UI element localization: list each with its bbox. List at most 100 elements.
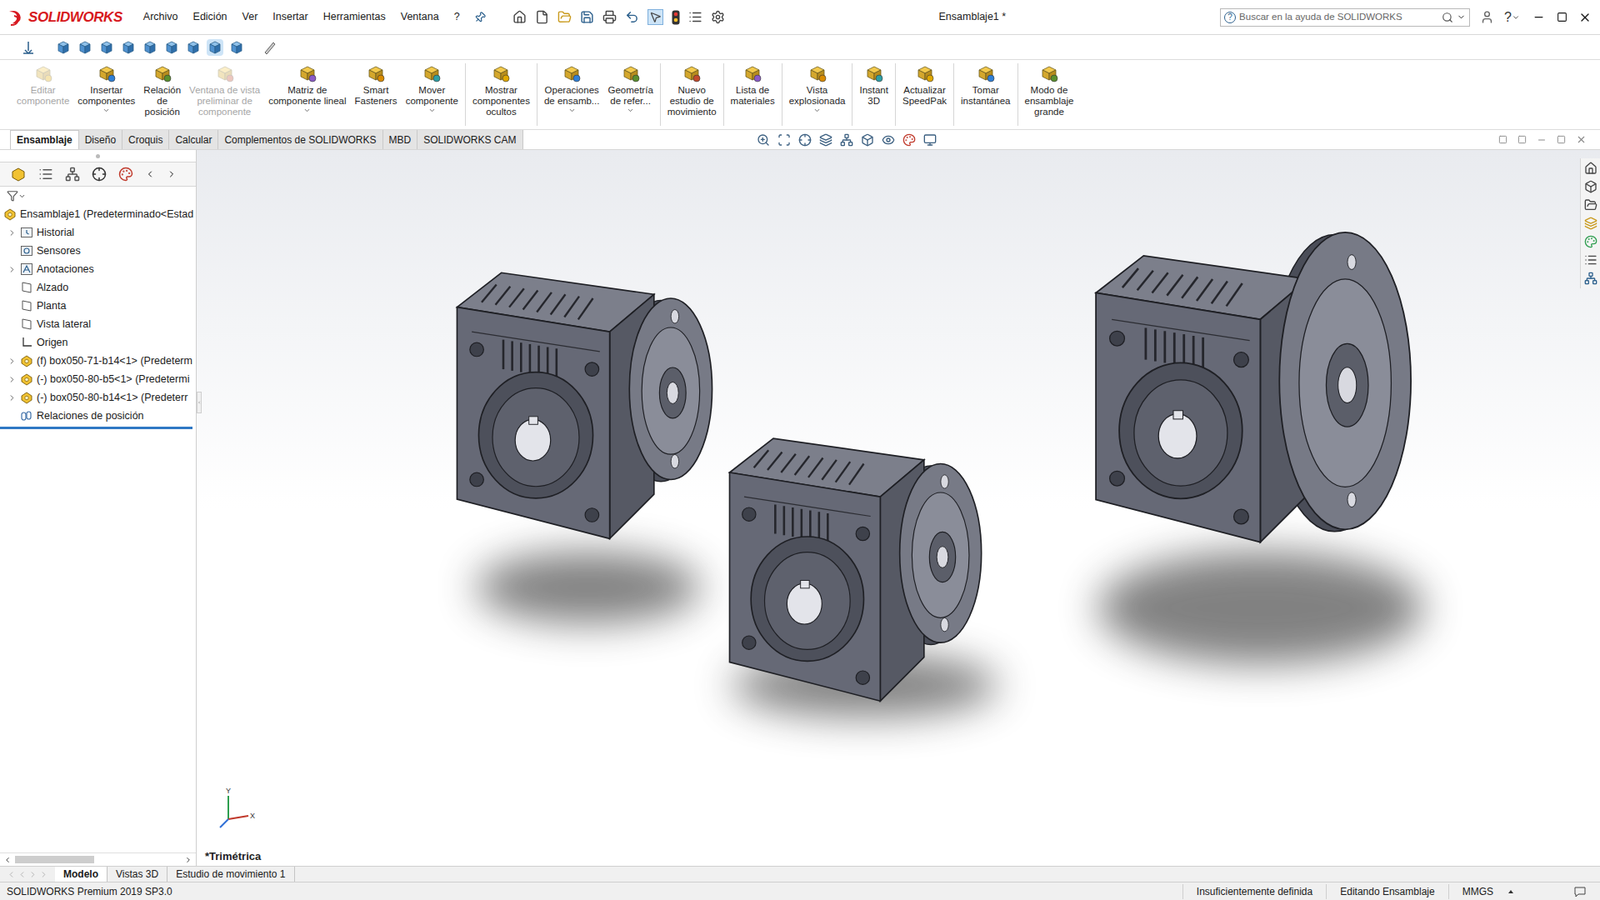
scroll-right-arrow-icon[interactable] [184, 855, 193, 865]
gearbox-model[interactable] [715, 396, 1007, 724]
command-tab[interactable]: MBD [383, 130, 419, 150]
command-tab[interactable]: Croquis [122, 130, 170, 150]
search-dropdown-icon[interactable] [1456, 12, 1466, 22]
bottom-tab[interactable]: Modelo [55, 866, 108, 882]
gearbox-component[interactable] [440, 233, 740, 559]
gearbox-model[interactable] [440, 233, 740, 559]
property-manager-tab-icon[interactable] [38, 166, 54, 182]
ribbon-button[interactable]: Vistaexplosionada [785, 63, 850, 115]
hide-show-icon[interactable] [881, 133, 895, 147]
gearbox-model[interactable] [1080, 213, 1430, 564]
command-tab[interactable]: SOLIDWORKS CAM [417, 130, 523, 150]
first-tab-icon[interactable] [6, 870, 16, 880]
ribbon-button[interactable]: SmartFasteners [350, 63, 401, 107]
dropdown-arrow-icon[interactable] [568, 106, 576, 115]
appearances-icon[interactable] [1584, 235, 1598, 249]
ribbon-button[interactable]: Ventana de vistapreliminar decomponente [185, 63, 265, 118]
tile-panel-icon[interactable] [1517, 135, 1527, 145]
menu-item[interactable]: Herramientas [315, 9, 394, 25]
command-tab[interactable]: Ensamblaje [10, 130, 80, 150]
ribbon-button[interactable]: Operacionesde ensamb... [540, 63, 604, 115]
menu-item[interactable]: Archivo [135, 9, 186, 25]
section-view-icon[interactable] [819, 133, 833, 147]
ribbon-button[interactable]: Movercomponente [401, 63, 463, 115]
view-orientation-icon[interactable] [228, 39, 245, 56]
gearbox-component[interactable] [1080, 213, 1430, 564]
resources-icon[interactable] [1584, 161, 1598, 175]
menu-item[interactable]: ? [446, 9, 468, 25]
view-orientation-icon[interactable] [185, 39, 202, 56]
close-button[interactable] [1573, 5, 1597, 30]
ribbon-button[interactable]: Lista demateriales [726, 63, 780, 107]
doc-maximize-icon[interactable] [1556, 135, 1566, 145]
view-palette-icon[interactable] [1584, 216, 1598, 230]
command-tab[interactable]: Complementos de SOLIDWORKS [218, 130, 383, 150]
bottom-tab[interactable]: Vistas 3D [107, 866, 168, 882]
ribbon-button[interactable]: Modo deensamblajegrande [1020, 63, 1079, 118]
user-icon[interactable] [1480, 10, 1495, 25]
expand-arrow-icon[interactable] [7, 375, 17, 385]
tree-item[interactable]: Planta [0, 296, 196, 315]
last-tab-icon[interactable] [39, 870, 49, 880]
units-menu-icon[interactable] [1506, 887, 1515, 896]
help-search-field[interactable]: ?Buscar en la ayuda de SOLIDWORKS [1220, 8, 1470, 27]
tree-item[interactable]: Historial [0, 223, 196, 242]
home-icon[interactable] [512, 10, 527, 25]
file-explorer-icon[interactable] [1584, 198, 1598, 212]
view-orientation-icon[interactable] [98, 39, 115, 56]
pin-icon[interactable] [471, 9, 489, 26]
scroll-left-arrow-icon[interactable] [3, 855, 12, 865]
restore-panel-icon[interactable] [1498, 135, 1508, 145]
doc-close-icon[interactable] [1575, 134, 1587, 145]
ribbon-button[interactable]: Tomarinstantánea [956, 63, 1015, 107]
menu-item[interactable]: Edición [185, 9, 235, 25]
view-orientation-icon[interactable] [860, 133, 875, 147]
command-tab[interactable]: Diseño [79, 130, 123, 150]
tree-item[interactable]: (f) box050-71-b14<1> (Predeterm [0, 351, 196, 370]
help-menu[interactable]: ? [1504, 7, 1520, 28]
ribbon-button[interactable]: Relacióndeposición [139, 63, 185, 118]
dropdown-arrow-icon[interactable] [626, 106, 635, 115]
menu-item[interactable]: Ventana [393, 9, 447, 25]
dropdown-arrow-icon[interactable] [102, 106, 110, 115]
scroll-right-icon[interactable] [166, 169, 177, 180]
view-orientation-icon[interactable] [76, 39, 94, 56]
appearance-icon[interactable] [902, 133, 916, 147]
tree-root[interactable]: Ensamblaje1 (Predeterminado<Estad [0, 205, 196, 224]
expand-arrow-icon[interactable] [7, 356, 17, 366]
rollback-bar[interactable] [0, 426, 193, 430]
ribbon-button[interactable]: Nuevoestudio demovimiento [663, 63, 721, 118]
ribbon-button[interactable]: Geometríade refer... [603, 63, 657, 115]
view-orientation-icon[interactable] [163, 39, 180, 56]
gearbox-component[interactable] [715, 396, 1007, 724]
search-icon[interactable] [1441, 11, 1454, 24]
feature-manager-tab-icon[interactable] [10, 165, 27, 183]
filter-dropdown-icon[interactable] [18, 192, 26, 200]
previous-view-icon[interactable] [798, 133, 812, 147]
file-properties-icon[interactable] [688, 10, 703, 25]
expand-arrow-icon[interactable] [7, 265, 17, 275]
ribbon-button[interactable]: Instant3D [855, 63, 893, 107]
maximize-button[interactable] [1550, 5, 1574, 30]
expand-arrow-icon[interactable] [7, 393, 17, 403]
print-icon[interactable] [602, 10, 617, 25]
panel-handle[interactable] [95, 154, 100, 159]
tree-item[interactable]: Anotaciones [0, 260, 196, 279]
ribbon-button[interactable]: Matriz decomponente lineal [264, 63, 350, 115]
select-button[interactable] [647, 9, 664, 25]
solidworks-logo[interactable]: SOLIDWORKS [6, 6, 136, 29]
tree-item[interactable]: (-) box050-80-b5<1> (Predetermi [0, 370, 196, 389]
custom-properties-icon[interactable] [1584, 253, 1598, 267]
configuration-tab-icon[interactable] [65, 166, 80, 182]
ribbon-button[interactable]: Editarcomponente [12, 63, 74, 107]
tree-item[interactable]: Vista lateral [0, 315, 196, 334]
dropdown-arrow-icon[interactable] [428, 106, 436, 115]
panel-collapse-handle[interactable] [196, 391, 202, 414]
ribbon-button[interactable]: ActualizarSpeedPak [898, 63, 951, 107]
save-icon[interactable] [580, 10, 595, 25]
dropdown-arrow-icon[interactable] [813, 106, 821, 115]
dynamic-annotation-icon[interactable] [840, 133, 854, 147]
status-item[interactable]: MMGS [1448, 884, 1507, 900]
tree-item[interactable]: Relaciones de posición [0, 406, 196, 425]
view-orientation-icon[interactable] [206, 39, 224, 56]
